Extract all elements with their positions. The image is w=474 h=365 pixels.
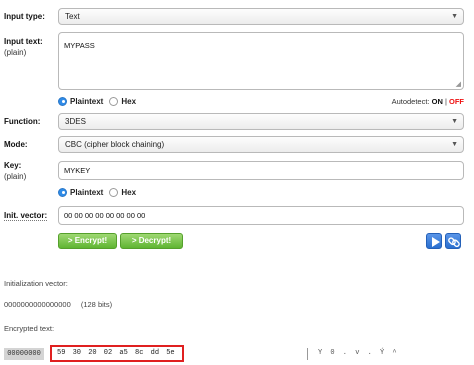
iv-label: Init. vector: [4, 211, 48, 221]
autodetect-toggle[interactable]: Autodetect: ON | OFF [392, 97, 464, 106]
chevron-down-icon: ▼ [451, 13, 458, 20]
hex-bytes: 59 30 20 02 a5 8c dd 5e [50, 345, 184, 362]
play-icon[interactable] [426, 233, 442, 249]
mode-value: CBC (cipher block chaining) [65, 140, 165, 149]
chevron-down-icon: ▼ [451, 141, 458, 148]
autodetect-off[interactable]: OFF [449, 97, 464, 106]
key-format-group: Plaintext Hex [58, 186, 142, 198]
input-text-label: Input text: [4, 37, 43, 46]
hex-address: 00000000 [4, 348, 44, 360]
key-hex-radio[interactable] [109, 187, 119, 197]
hex-ascii: Y 0 . v . Ý ^ [318, 349, 399, 357]
mode-label: Mode: [4, 140, 28, 149]
hex-divider [307, 348, 308, 360]
encrypted-text-label: Encrypted text: [4, 324, 55, 333]
input-type-value: Text [65, 12, 80, 21]
plaintext-radio[interactable] [58, 96, 67, 106]
autodetect-label: Autodetect: [391, 97, 430, 106]
autodetect-separator: | [444, 97, 447, 106]
iv-input[interactable]: 00 00 00 00 00 00 00 00 [58, 206, 464, 225]
chevron-down-icon: ▼ [451, 118, 458, 125]
iv-value: 00 00 00 00 00 00 00 00 [64, 211, 146, 220]
output-iv-value: 0000000000000000 [4, 300, 71, 309]
input-text-value: MYPASS [64, 41, 95, 50]
plaintext-radio-label: Plaintext [70, 96, 104, 106]
key-label: Key: [4, 161, 22, 170]
decrypt-button[interactable]: > Decrypt! [120, 233, 183, 249]
input-text-sublabel: (plain) [4, 48, 27, 57]
key-hex-radio-label: Hex [121, 187, 137, 197]
key-value: MYKEY [64, 166, 91, 175]
output-iv-label: Initialization vector: [4, 279, 68, 288]
input-text-area[interactable]: MYPASS ◢ [58, 32, 464, 90]
function-value: 3DES [65, 117, 86, 126]
function-label: Function: [4, 117, 41, 126]
output-iv-bits: (128 bits) [80, 300, 113, 309]
output-iv-line: 0000000000000000 (128 bits) [4, 300, 112, 309]
mode-select[interactable]: CBC (cipher block chaining) ▼ [58, 136, 464, 153]
key-input[interactable]: MYKEY [58, 161, 464, 180]
input-type-label: Input type: [4, 12, 45, 21]
input-type-select[interactable]: Text ▼ [58, 8, 464, 25]
key-plaintext-radio-label: Plaintext [70, 187, 104, 197]
encrypt-button[interactable]: > Encrypt! [58, 233, 117, 249]
link-icon[interactable] [445, 233, 461, 249]
key-plaintext-radio[interactable] [58, 187, 67, 197]
hex-radio[interactable] [109, 96, 119, 106]
key-sublabel: (plain) [4, 172, 27, 181]
function-select[interactable]: 3DES ▼ [58, 113, 464, 130]
resize-handle-icon[interactable]: ◢ [456, 80, 461, 88]
hex-radio-label: Hex [121, 96, 137, 106]
input-format-group: Plaintext Hex [58, 95, 142, 107]
autodetect-on[interactable]: ON [432, 97, 443, 106]
